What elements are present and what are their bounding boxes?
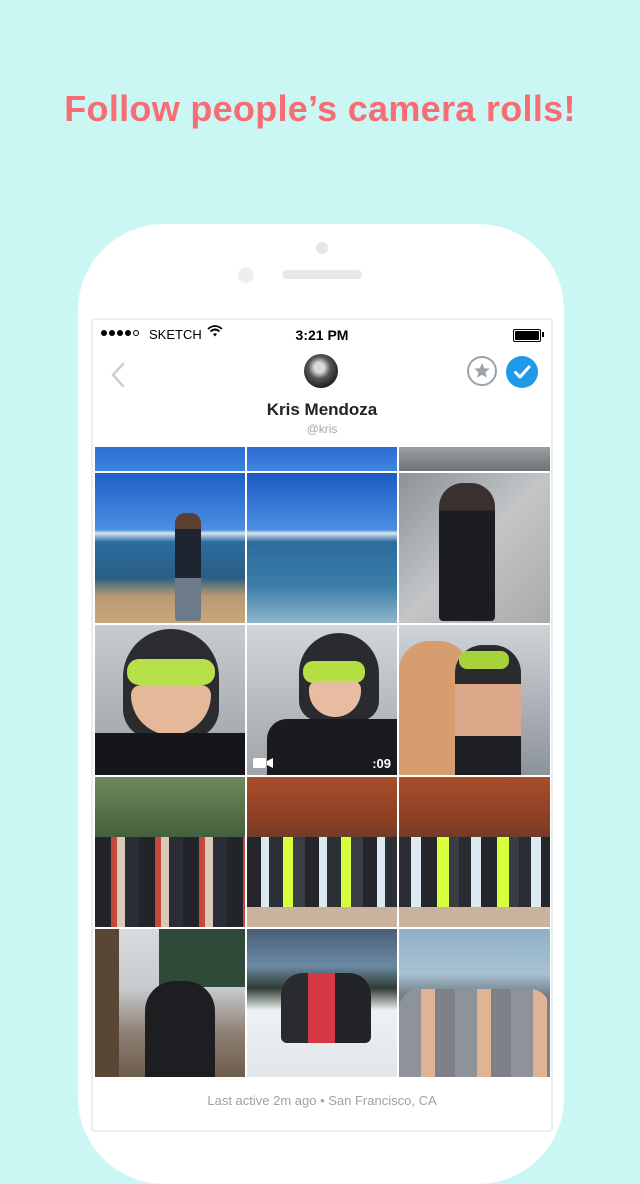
photo-thumbnail[interactable] [399,777,550,927]
star-icon [474,363,490,378]
photo-thumbnail[interactable] [95,473,245,623]
photo-grid: :09 [95,447,550,1077]
photo-thumbnail[interactable] [95,447,245,471]
photo-thumbnail[interactable] [247,929,397,1077]
profile-handle: @kris [306,422,338,436]
photo-thumbnail[interactable] [95,777,245,927]
photo-thumbnail[interactable] [95,929,245,1077]
front-camera [316,242,328,254]
photo-thumbnail[interactable] [399,929,550,1077]
following-button[interactable] [506,356,538,388]
favorite-button[interactable] [467,356,497,386]
photo-thumbnail[interactable] [95,625,245,775]
status-time: 3:21 PM [295,327,349,343]
status-bar: SKETCH 3:21 PM [93,320,551,352]
avatar[interactable] [304,354,338,388]
profile-name: Kris Mendoza [266,400,378,419]
check-icon [514,365,531,379]
photo-thumbnail[interactable] [399,473,550,623]
photo-thumbnail[interactable] [247,447,397,471]
phone-screen: SKETCH 3:21 PM Kris Mendoza @kris:09 La… [91,318,553,1132]
video-camera-icon [253,758,273,768]
earpiece [282,270,362,279]
video-thumbnail[interactable]: :09 [247,625,397,775]
headline: Follow people’s camera rolls! [64,88,576,129]
last-active-text: Last active 2m ago • San Francisco, CA [207,1093,437,1108]
proximity-sensor [238,267,254,283]
photo-thumbnail[interactable] [399,447,550,471]
video-duration: :09 [372,756,391,771]
photo-thumbnail[interactable] [247,473,397,623]
photo-thumbnail[interactable] [399,625,550,775]
back-chevron-icon[interactable] [107,360,131,390]
battery-icon [513,329,541,342]
photo-thumbnail[interactable] [247,777,397,927]
